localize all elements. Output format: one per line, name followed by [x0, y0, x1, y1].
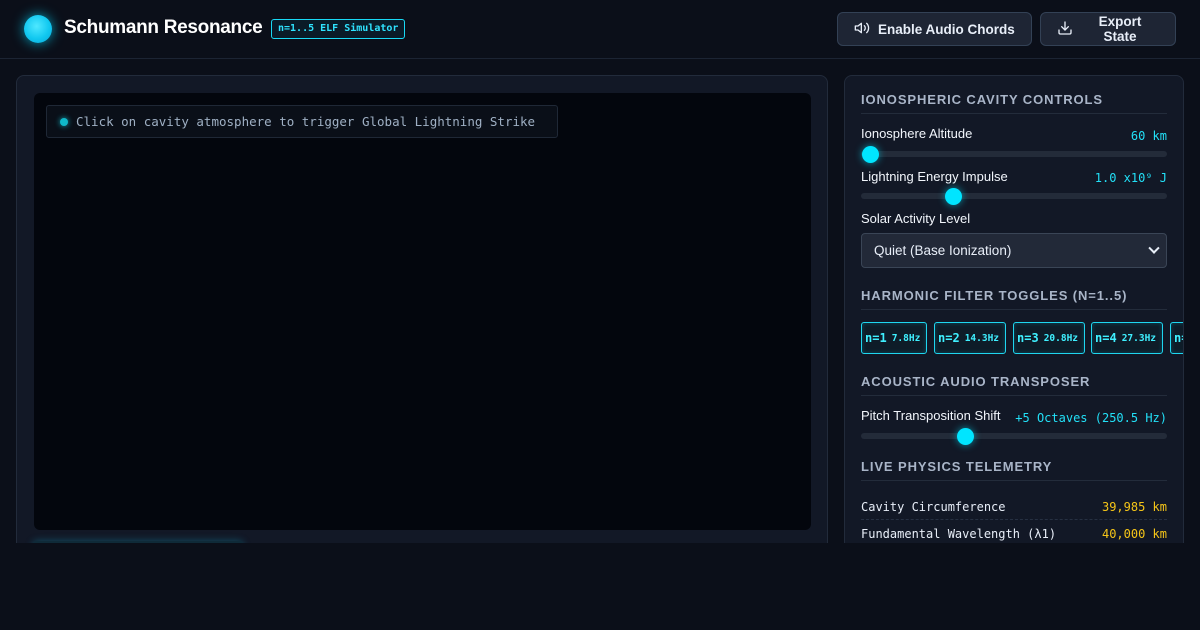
harmonic-index: n=5 — [1174, 331, 1183, 345]
telemetry-value: 40,000 km — [1101, 526, 1167, 541]
logo-orb-icon — [24, 15, 52, 43]
harmonic-toggle-n5[interactable]: n=5 — [1170, 322, 1183, 354]
harmonic-frequency: 7.8Hz — [891, 332, 921, 344]
pitch-value: +5 Octaves (250.5 Hz) — [1015, 411, 1167, 425]
solar-activity-selected: Quiet (Base Ionization) — [874, 243, 1012, 258]
divider — [861, 395, 1167, 396]
harmonic-index: n=3 — [1017, 331, 1039, 345]
status-dot-icon — [60, 117, 68, 126]
export-state-button[interactable]: Export State — [1040, 12, 1176, 46]
telemetry-label: Fundamental Wavelength (λ1) — [861, 526, 1057, 541]
cavity-canvas[interactable]: Click on cavity atmosphere to trigger Gl… — [34, 93, 811, 530]
chevron-down-icon — [1148, 242, 1160, 254]
telemetry-heading: Live Physics Telemetry — [861, 459, 1053, 474]
simulator-badge: n=1..5 ELF Simulator — [271, 19, 406, 39]
spectrum-bar — [33, 541, 243, 543]
speaker-icon — [854, 20, 870, 39]
telemetry-row: Cavity Circumference 39,985 km — [861, 494, 1167, 520]
audio-transposer-heading: Acoustic Audio Transposer — [861, 374, 1091, 389]
altitude-label: Ionosphere Altitude — [861, 126, 973, 141]
harmonic-index: n=4 — [1095, 331, 1117, 345]
pitch-slider[interactable] — [861, 428, 1167, 445]
energy-value: 1.0 x10⁹ J — [1094, 171, 1167, 185]
energy-label: Lightning Energy Impulse — [861, 169, 1008, 184]
telemetry-label: Cavity Circumference — [861, 499, 1006, 514]
telemetry-value: 39,985 km — [1101, 499, 1167, 514]
app-window: Schumann Resonance n=1..5 ELF Simulator … — [0, 0, 1200, 543]
harmonic-toggle-n4[interactable]: n=4 27.3Hz — [1091, 322, 1163, 354]
harmonic-frequency: 27.3Hz — [1121, 332, 1157, 344]
pitch-label: Pitch Transposition Shift — [861, 408, 1001, 423]
cavity-controls-heading: Ionospheric Cavity Controls — [861, 92, 1103, 107]
altitude-value: 60 km — [1130, 129, 1167, 143]
control-panel: Ionospheric Cavity Controls Ionosphere A… — [844, 75, 1184, 543]
download-icon — [1057, 20, 1073, 39]
harmonic-filters-heading: Harmonic Filter Toggles (N=1..5) — [861, 288, 1128, 303]
energy-slider[interactable] — [861, 188, 1167, 205]
simulation-panel: Click on cavity atmosphere to trigger Gl… — [16, 75, 828, 543]
harmonic-toggle-n1[interactable]: n=1 7.8Hz — [861, 322, 927, 354]
solar-activity-select[interactable]: Quiet (Base Ionization) — [861, 233, 1167, 268]
harmonic-frequency: 14.3Hz — [964, 332, 1000, 344]
harmonic-index: n=1 — [865, 331, 887, 345]
pitch-slider-thumb[interactable] — [957, 428, 975, 445]
harmonic-toggle-n3[interactable]: n=3 20.8Hz — [1013, 322, 1085, 354]
header-bar: Schumann Resonance n=1..5 ELF Simulator … — [0, 0, 1200, 59]
harmonic-toggle-n2[interactable]: n=2 14.3Hz — [934, 322, 1006, 354]
divider — [861, 309, 1167, 310]
strike-hint-text: Click on cavity atmosphere to trigger Gl… — [76, 114, 536, 129]
telemetry-row: Fundamental Wavelength (λ1) 40,000 km — [861, 521, 1167, 543]
strike-hint: Click on cavity atmosphere to trigger Gl… — [46, 105, 558, 138]
enable-audio-label: Enable Audio Chords — [878, 21, 1015, 37]
app-title: Schumann Resonance — [64, 17, 263, 38]
energy-slider-thumb[interactable] — [944, 188, 962, 205]
altitude-slider[interactable] — [861, 146, 1167, 163]
harmonic-toggle-row: n=1 7.8Hz n=2 14.3Hz n=3 20.8Hz n=4 27.3… — [861, 322, 1183, 354]
export-state-label: Export State — [1098, 14, 1142, 44]
divider — [861, 480, 1167, 481]
altitude-slider-thumb[interactable] — [862, 146, 880, 163]
enable-audio-button[interactable]: Enable Audio Chords — [837, 12, 1032, 46]
harmonic-index: n=2 — [938, 331, 960, 345]
divider — [861, 113, 1167, 114]
solar-label: Solar Activity Level — [861, 211, 971, 226]
harmonic-frequency: 20.8Hz — [1043, 332, 1079, 344]
